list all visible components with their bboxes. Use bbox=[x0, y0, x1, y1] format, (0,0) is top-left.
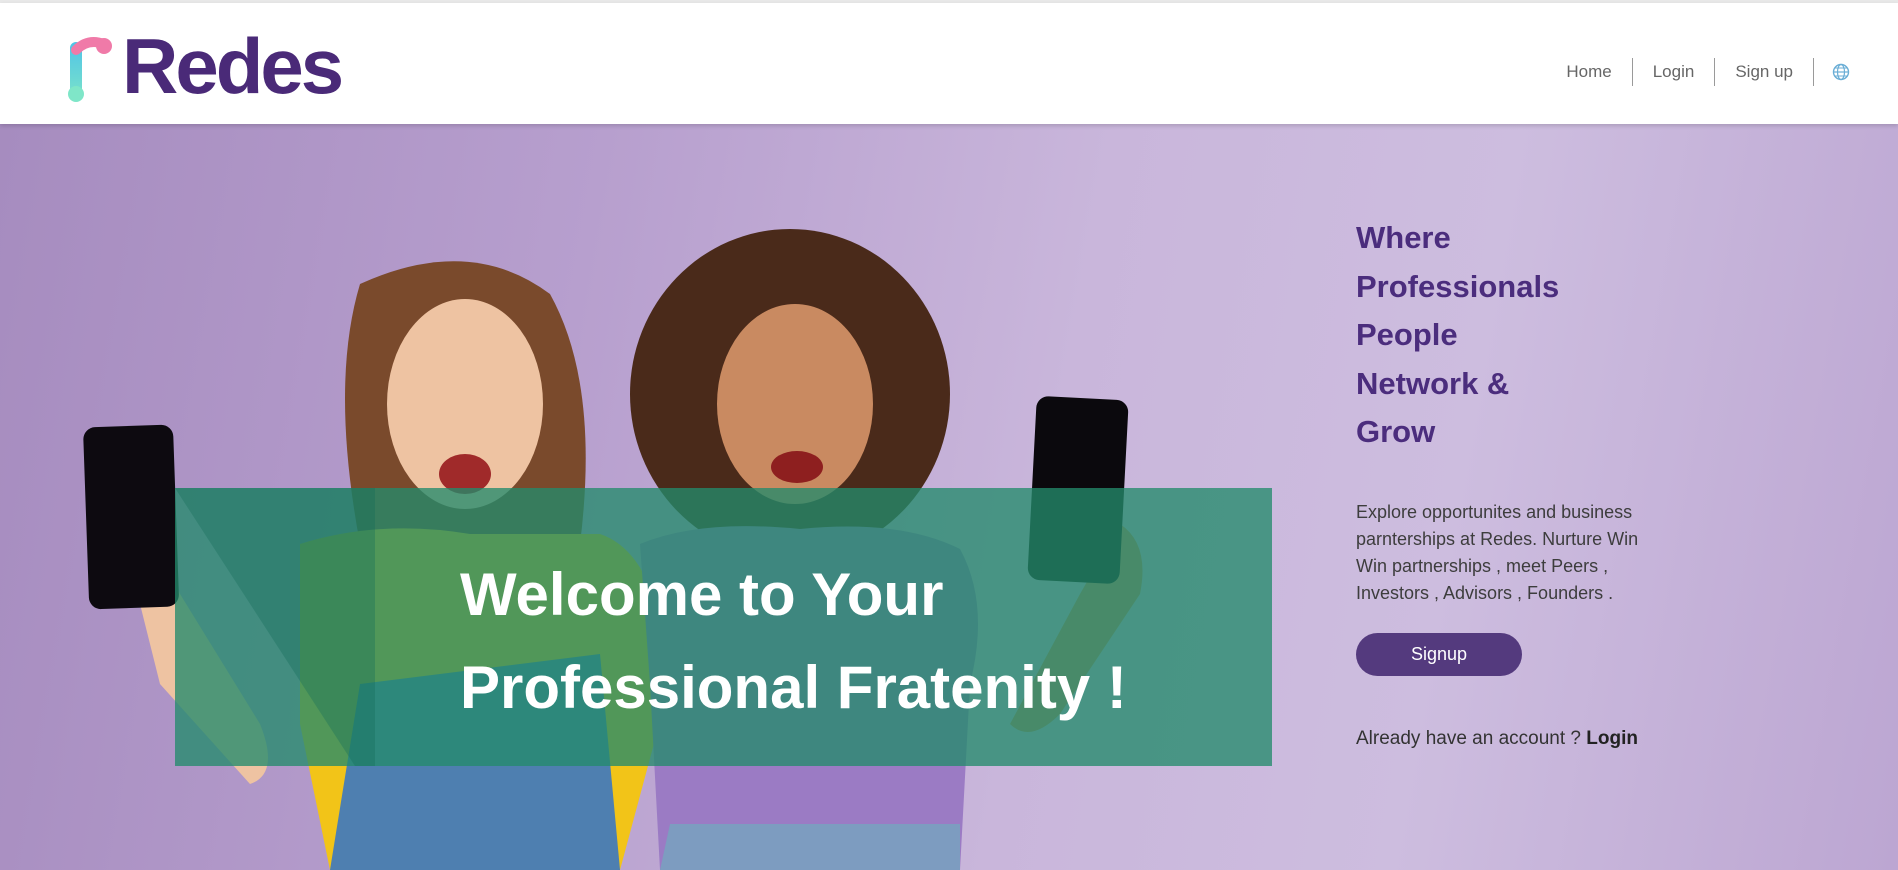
already-account-text: Already have an account ? bbox=[1356, 727, 1581, 749]
welcome-line-1: Welcome to Your bbox=[460, 561, 944, 628]
globe-icon[interactable] bbox=[1814, 63, 1898, 81]
nav-login-link[interactable]: Login bbox=[1633, 62, 1715, 82]
hero-section: Welcome to Your Professional Fratenity !… bbox=[0, 124, 1898, 870]
tagline-line: Grow bbox=[1356, 414, 1436, 449]
site-header: Redes Home Login Sign up bbox=[0, 3, 1898, 124]
nav-home-link[interactable]: Home bbox=[1546, 62, 1631, 82]
signup-button[interactable]: Signup bbox=[1356, 632, 1522, 676]
tagline-line: People bbox=[1356, 317, 1458, 352]
tagline-line: Network & bbox=[1356, 365, 1510, 401]
welcome-headline: Welcome to Your Professional Fratenity ! bbox=[460, 548, 1260, 734]
login-prompt: Already have an account ? Login bbox=[1356, 728, 1676, 750]
hero-description: Explore opportunites and business parnte… bbox=[1356, 501, 1639, 603]
tagline-line: Professionals bbox=[1356, 268, 1560, 304]
brand-name: Redes bbox=[122, 22, 344, 110]
hero-sidebar: Where Professionals People Network & Gro… bbox=[1356, 214, 1676, 750]
brand-logo[interactable]: Redes bbox=[66, 27, 344, 107]
tagline: Where Professionals People Network & Gro… bbox=[1356, 214, 1676, 457]
logo-mark-icon bbox=[68, 37, 112, 102]
login-link[interactable]: Login bbox=[1586, 728, 1638, 749]
tagline-line: Where bbox=[1356, 220, 1451, 255]
welcome-line-2: Professional Fratenity ! bbox=[460, 654, 1127, 721]
main-nav: Home Login Sign up bbox=[1546, 57, 1898, 87]
banner-accent-shape bbox=[175, 488, 375, 766]
nav-signup-link[interactable]: Sign up bbox=[1715, 62, 1813, 82]
